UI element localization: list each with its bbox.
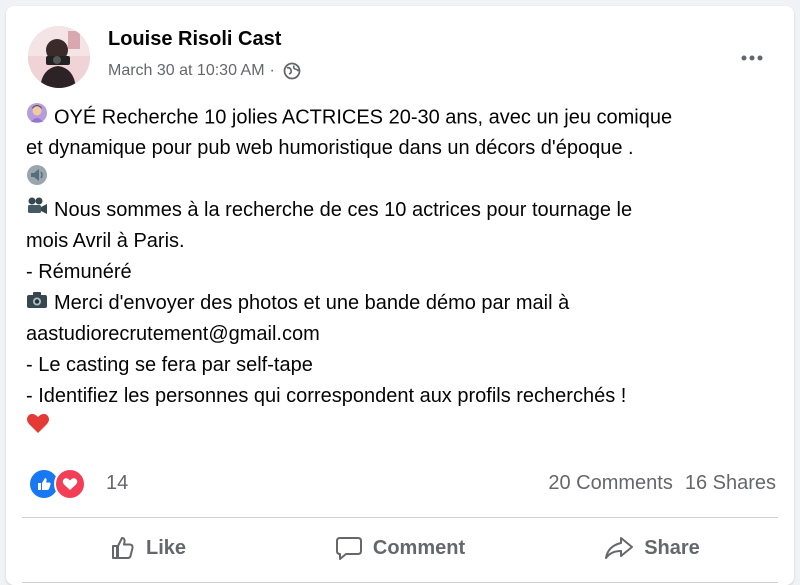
post-line-text: Nous sommes à la recherche de ces 10 act… — [54, 199, 633, 221]
post-line: - Le casting se fera par self-tape — [26, 350, 778, 381]
movie-camera-icon — [26, 195, 48, 226]
comment-icon — [335, 537, 362, 560]
love-reaction-icon — [54, 468, 86, 500]
share-button[interactable]: Share — [526, 522, 778, 574]
bottom-divider — [22, 582, 778, 583]
more-options-button[interactable] — [734, 40, 770, 76]
post-meta: March 30 at 10:30 AM · — [108, 62, 301, 80]
post-line-text: mois Avril à Paris. — [26, 230, 185, 252]
post-card: Louise Risoli Cast March 30 at 10:30 AM … — [6, 6, 794, 585]
post-line: Merci d'envoyer des photos et une bande … — [26, 288, 778, 319]
like-button-label: Like — [145, 536, 187, 559]
share-button-label: Share — [644, 536, 700, 559]
post-line: OYÉ Recherche 10 jolies ACTRICES 20-30 a… — [26, 102, 778, 133]
speaker-icon — [26, 164, 48, 196]
camera-icon — [26, 288, 48, 319]
globe-icon[interactable] — [283, 62, 301, 80]
like-button[interactable]: Like — [22, 522, 274, 574]
reaction-summary[interactable] — [28, 468, 98, 500]
post-line — [26, 164, 778, 195]
avatar[interactable] — [28, 26, 90, 88]
post-actions: Like Comment Share — [22, 522, 778, 574]
post-line-text: et dynamique pour pub web humoristique d… — [26, 137, 634, 159]
woman-raising-hand-icon — [26, 102, 48, 134]
engagement-stats: 20 Comments 16 Shares — [548, 472, 776, 495]
post-line: - Rémunéré — [26, 257, 778, 288]
reaction-count[interactable]: 14 — [106, 472, 128, 495]
post-line-text: - Identifiez les personnes qui correspon… — [26, 385, 627, 407]
post-line-text: Merci d'envoyer des photos et une bande … — [54, 292, 570, 314]
post-line — [26, 412, 778, 443]
share-arrow-icon — [605, 537, 634, 559]
thumbs-up-icon — [111, 537, 134, 559]
meta-separator: · — [269, 62, 275, 79]
post-line-text: - Le casting se fera par self-tape — [26, 354, 313, 376]
more-options-icon — [741, 55, 763, 61]
post-line: et dynamique pour pub web humoristique d… — [26, 133, 778, 164]
post-line: mois Avril à Paris. — [26, 226, 778, 257]
post-line: aastudiorecrutement@gmail.com — [26, 319, 778, 350]
red-heart-icon — [26, 412, 50, 444]
shares-count[interactable]: 16 Shares — [685, 472, 776, 495]
post-header: Louise Risoli Cast March 30 at 10:30 AM … — [22, 22, 778, 88]
post-line-text: OYÉ Recherche 10 jolies ACTRICES 20-30 a… — [54, 106, 673, 129]
divider — [22, 517, 778, 518]
post-line: - Identifiez les personnes qui correspon… — [26, 381, 778, 412]
reactions-bar: 14 20 Comments 16 Shares — [28, 464, 776, 504]
author-name[interactable]: Louise Risoli Cast — [108, 28, 281, 51]
comment-button[interactable]: Comment — [274, 522, 526, 574]
post-line: Nous sommes à la recherche de ces 10 act… — [26, 195, 778, 226]
comments-count[interactable]: 20 Comments — [548, 472, 673, 495]
post-text: OYÉ Recherche 10 jolies ACTRICES 20-30 a… — [26, 102, 778, 443]
post-line-text: - Rémunéré — [26, 261, 132, 283]
avatar-image — [28, 26, 90, 88]
comment-button-label: Comment — [372, 536, 466, 559]
post-email: aastudiorecrutement@gmail.com — [26, 323, 320, 345]
post-timestamp[interactable]: March 30 at 10:30 AM — [108, 62, 265, 80]
